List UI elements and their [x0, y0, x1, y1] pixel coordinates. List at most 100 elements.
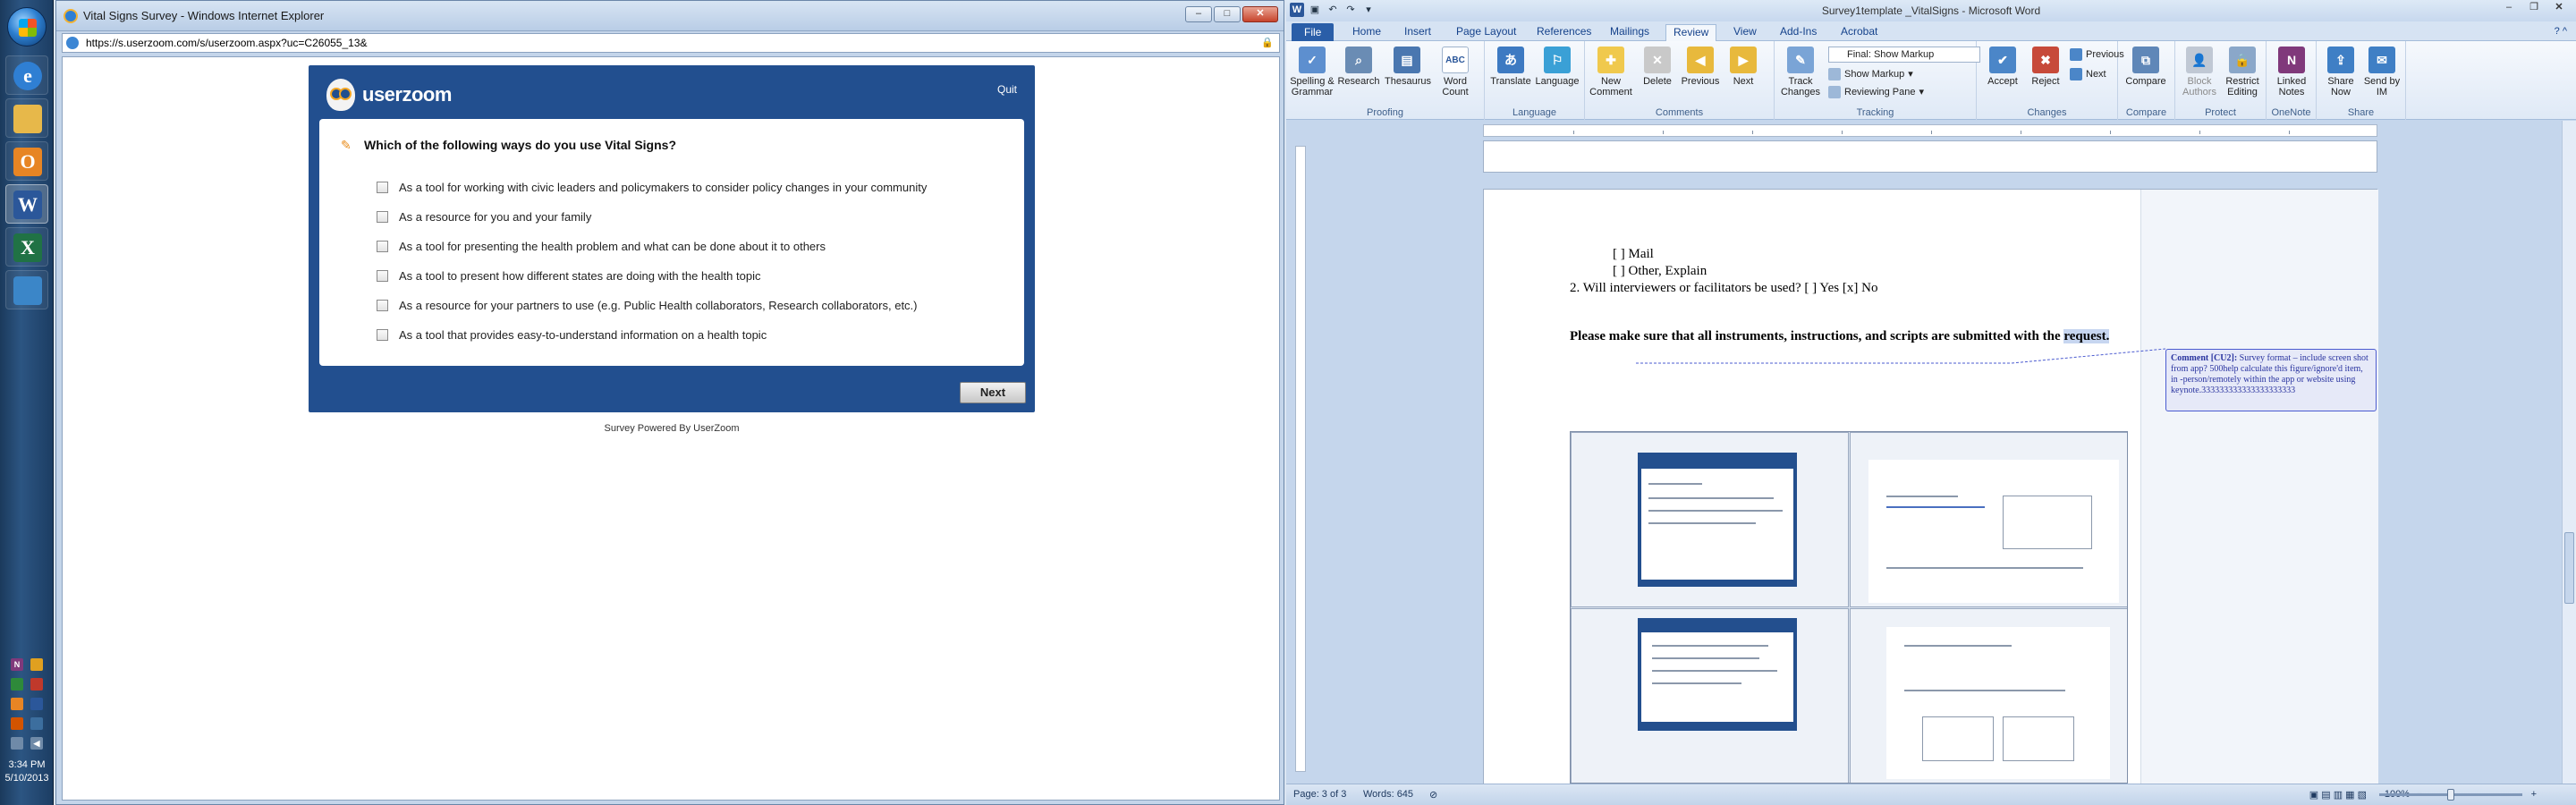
system-clock[interactable]: 3:34 PM 5/10/2013 — [2, 758, 52, 785]
tab-file[interactable]: File — [1292, 23, 1335, 41]
accept-button[interactable]: ✔ Accept — [1980, 47, 2025, 87]
answer-option[interactable]: As a resource for your partners to use (… — [377, 291, 927, 320]
answer-option[interactable]: As a tool for working with civic leaders… — [377, 173, 927, 202]
delete-comment-button[interactable]: ✕ Delete — [1635, 47, 1680, 87]
checkbox[interactable] — [377, 329, 388, 341]
translate-button[interactable]: あ Translate — [1488, 47, 1533, 87]
taskbar-word[interactable]: W — [5, 184, 48, 224]
compare-button[interactable]: ⧉ Compare — [2123, 47, 2168, 87]
doc-line-other[interactable]: [ ] Other, Explain — [1613, 264, 1707, 279]
research-button[interactable]: ⌕ Research — [1336, 47, 1381, 87]
vertical-ruler[interactable] — [1295, 146, 1306, 772]
comment-balloon[interactable]: Comment [CU2]: Survey format – include s… — [2165, 349, 2377, 411]
alert-tray-icon[interactable] — [30, 678, 43, 691]
zoom-slider[interactable] — [2379, 789, 2522, 801]
taskbar-file-explorer[interactable] — [5, 98, 48, 138]
close-button[interactable]: ✕ — [1242, 6, 1278, 22]
answer-label[interactable]: As a resource for your partners to use (… — [399, 299, 918, 312]
doc-line-mail[interactable]: [ ] Mail — [1613, 247, 1654, 262]
app-tray-icon[interactable] — [30, 698, 43, 710]
answer-label[interactable]: As a tool to present how different state… — [399, 269, 760, 283]
maximize-button[interactable]: □ — [1214, 6, 1241, 22]
network-tray-icon[interactable] — [30, 717, 43, 730]
answer-option[interactable]: As a tool that provides easy-to-understa… — [377, 320, 927, 350]
new-comment-button[interactable]: ✚ New Comment — [1589, 47, 1633, 97]
notification-tray-icon[interactable] — [30, 658, 43, 671]
share-now-button[interactable]: ⇪ Share Now — [2318, 47, 2363, 97]
proofing-status-icon[interactable]: ⊘ — [1429, 789, 1437, 801]
close-button[interactable]: ✕ — [2547, 2, 2571, 16]
answer-label[interactable]: As a resource for you and your family — [399, 210, 591, 224]
taskbar-excel[interactable]: X — [5, 227, 48, 267]
next-comment-button[interactable]: ▶ Next — [1721, 47, 1766, 87]
display-tray-icon[interactable] — [11, 737, 23, 750]
minimize-button[interactable]: – — [2497, 2, 2521, 16]
document-page[interactable]: [ ] Mail [ ] Other, Explain 2. Will inte… — [1483, 189, 2378, 784]
outlook-tray-icon[interactable] — [11, 698, 23, 710]
answer-label[interactable]: As a tool that provides easy-to-understa… — [399, 328, 767, 342]
vertical-scrollbar[interactable] — [2562, 121, 2576, 784]
next-button[interactable]: Next — [960, 382, 1026, 403]
track-changes-button[interactable]: ✎ Track Changes — [1778, 47, 1823, 97]
answer-option[interactable]: As a tool for presenting the health prob… — [377, 232, 927, 261]
start-button[interactable] — [7, 7, 47, 47]
checkbox[interactable] — [377, 182, 388, 193]
taskbar-outlook[interactable]: O — [5, 141, 48, 181]
embedded-screenshot-image[interactable] — [1570, 431, 2128, 784]
thesaurus-button[interactable]: ▤ Thesaurus — [1385, 47, 1431, 87]
tab-review[interactable]: Review — [1665, 24, 1717, 41]
answer-option[interactable]: As a resource for you and your family — [377, 202, 927, 232]
reject-button[interactable]: ✖ Reject — [2023, 47, 2068, 87]
lock-icon[interactable]: 🔒 — [1261, 37, 1274, 48]
next-change-button[interactable]: Next — [2070, 66, 2106, 82]
tab-acrobat[interactable]: Acrobat — [1834, 24, 1885, 41]
checkbox[interactable] — [377, 211, 388, 223]
word-titlebar[interactable]: W ▣ ↶ ↷ ▾ Survey1template _VitalSigns - … — [1286, 0, 2576, 21]
checkbox[interactable] — [377, 241, 388, 252]
tab-view[interactable]: View — [1726, 24, 1764, 41]
restore-button[interactable]: ❐ — [2522, 2, 2546, 16]
show-markup-dropdown[interactable]: Show Markup ▾ — [1828, 66, 1913, 82]
scrollbar-thumb[interactable] — [2564, 532, 2574, 604]
answer-label[interactable]: As a tool for presenting the health prob… — [399, 240, 826, 253]
doc-line-question-2[interactable]: 2. Will interviewers or facilitators be … — [1570, 281, 1877, 296]
volume-tray-icon[interactable]: ◀ — [30, 737, 43, 750]
security-tray-icon[interactable] — [11, 678, 23, 691]
reviewing-pane-dropdown[interactable]: Reviewing Pane ▾ — [1828, 84, 1924, 100]
language-button[interactable]: ⚐ Language — [1535, 47, 1580, 87]
tab-add-ins[interactable]: Add-Ins — [1773, 24, 1824, 41]
restrict-editing-button[interactable]: 🔒 Restrict Editing — [2220, 47, 2265, 97]
spelling-grammar-button[interactable]: ✓ Spelling & Grammar — [1290, 47, 1335, 97]
previous-comment-button[interactable]: ◀ Previous — [1678, 47, 1723, 87]
answer-label[interactable]: As a tool for working with civic leaders… — [399, 181, 927, 194]
checkbox[interactable] — [377, 270, 388, 282]
answer-option[interactable]: As a tool to present how different state… — [377, 261, 927, 291]
onenote-tray-icon[interactable]: N — [11, 658, 23, 671]
zoom-slider-knob[interactable] — [2447, 789, 2454, 801]
markup-select-value[interactable]: Final: Show Markup — [1828, 47, 1980, 63]
tab-mailings[interactable]: Mailings — [1603, 24, 1657, 41]
quit-link[interactable]: Quit — [997, 83, 1017, 96]
zoom-in-icon[interactable]: + — [2531, 789, 2537, 800]
url-text[interactable]: https://s.userzoom.com/s/userzoom.aspx?u… — [86, 37, 368, 49]
previous-change-button[interactable]: Previous — [2070, 47, 2124, 63]
checkbox[interactable] — [377, 300, 388, 311]
ie-titlebar[interactable]: Vital Signs Survey - Windows Internet Ex… — [56, 1, 1284, 31]
block-authors-button[interactable]: 👤 Block Authors — [2177, 47, 2222, 97]
tab-insert[interactable]: Insert — [1397, 24, 1438, 41]
tab-home[interactable]: Home — [1345, 24, 1388, 41]
address-bar[interactable]: https://s.userzoom.com/s/userzoom.aspx?u… — [62, 33, 1280, 53]
page-count[interactable]: Page: 3 of 3 — [1293, 789, 1346, 800]
tab-page-layout[interactable]: Page Layout — [1449, 24, 1523, 41]
minimize-button[interactable]: – — [1185, 6, 1212, 22]
view-buttons[interactable]: ▣ ▤ ▥ ▦ ▧ — [2309, 789, 2367, 801]
taskbar-internet-explorer[interactable]: e — [5, 55, 48, 95]
horizontal-ruler[interactable] — [1483, 124, 2377, 137]
word-count-button[interactable]: ABC Word Count — [1433, 47, 1478, 97]
send-by-im-button[interactable]: ✉ Send by IM — [2360, 47, 2404, 97]
markup-display-select[interactable]: Final: Show Markup — [1828, 47, 1980, 63]
taskbar-remote-desktop[interactable] — [5, 270, 48, 309]
tab-references[interactable]: References — [1530, 24, 1598, 41]
word-count[interactable]: Words: 645 — [1363, 789, 1413, 800]
update-tray-icon[interactable] — [11, 717, 23, 730]
